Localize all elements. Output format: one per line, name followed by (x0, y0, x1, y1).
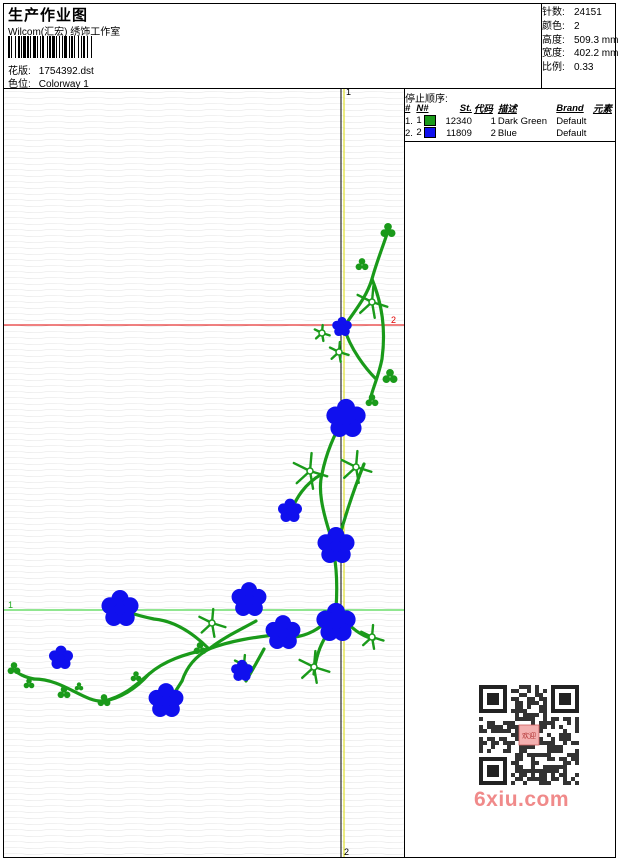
stat-label: 比例: (542, 62, 565, 74)
stat-label: 高度: (542, 34, 565, 46)
col-element: 元素 (592, 104, 612, 115)
col-index: # (405, 102, 411, 114)
table-header-row: # N# St. 代码 描述 Brand 元素 (404, 101, 616, 116)
stat-scale: 比例: 0.33 (542, 61, 618, 75)
stat-colors: 颜色: 2 (542, 20, 618, 34)
stat-value: 2 (574, 20, 580, 32)
embroidery-preview (4, 89, 404, 857)
row-n-value: 2 (416, 127, 422, 139)
row-element (592, 127, 616, 139)
row-n: 1 (415, 115, 440, 127)
design-canvas[interactable]: 1 2 2 1 (4, 87, 404, 857)
row-stitches: 12340 (445, 115, 472, 127)
color-swatch (424, 127, 437, 139)
stat-label: 针数: (542, 7, 565, 18)
row-code: 1 (490, 115, 496, 127)
table-divider (404, 141, 616, 142)
panel-divider (404, 88, 405, 858)
stat-stitches: 针数: 24151 (542, 6, 618, 20)
qr-code: 欢迎 (469, 679, 583, 789)
col-code: 代码 (473, 104, 493, 115)
col-brand: Brand (556, 102, 584, 114)
col-desc: 描述 (497, 104, 517, 115)
row-n: 2 (415, 127, 440, 139)
col-stitches: St. (459, 102, 472, 114)
red-guide-label: 2 (391, 315, 397, 325)
row-n-value: 1 (416, 115, 422, 127)
colorway-row: 色位: Colorway 1 (8, 75, 89, 90)
page-title: 生产作业图 (8, 7, 89, 24)
qr-stamp: 欢迎 (522, 731, 536, 740)
stat-value: 24151 (574, 7, 602, 18)
row-code: 2 (490, 127, 496, 139)
table-row[interactable]: 1. 1 12340 1 Dark Green Default (404, 115, 616, 127)
row-element (592, 115, 616, 127)
row-brand: Default (556, 127, 587, 139)
vertical-guide-top-label: 1 (346, 87, 352, 97)
green-guide-label: 1 (8, 600, 14, 610)
colorway-label: 色位: (8, 79, 31, 90)
stat-height: 高度: 509.3 mm (542, 34, 618, 48)
stop-sequence-table: # N# St. 代码 描述 Brand 元素 1. 1 12340 1 Dar… (404, 101, 616, 139)
stat-label: 宽度: (542, 48, 565, 60)
stat-value: 0.33 (574, 62, 594, 74)
row-brand: Default (556, 115, 587, 127)
vertical-guide-bottom-label: 2 (344, 847, 350, 857)
color-swatch (424, 115, 437, 127)
stat-value: 509.3 mm (574, 34, 619, 46)
row-desc: Dark Green (497, 115, 547, 127)
row-index: 1. (405, 115, 413, 127)
watermark: 6xiu.com (474, 788, 570, 811)
table-row[interactable]: 2. 2 11809 2 Blue Default (404, 127, 616, 139)
stat-width: 宽度: 402.2 mm (542, 47, 618, 61)
stats-panel: 针数: 24151 颜色: 2 高度: 509.3 mm 宽度: 402.2 mm 比例… (542, 6, 618, 75)
qr-code-image: 欢迎 (479, 685, 579, 785)
row-index: 2. (405, 127, 413, 139)
col-n: N# (416, 102, 429, 114)
barcode (8, 36, 92, 58)
stat-value: 402.2 mm (574, 48, 619, 60)
stat-label: 颜色: (542, 20, 565, 32)
row-desc: Blue (497, 127, 517, 139)
row-stitches: 11809 (446, 127, 472, 139)
